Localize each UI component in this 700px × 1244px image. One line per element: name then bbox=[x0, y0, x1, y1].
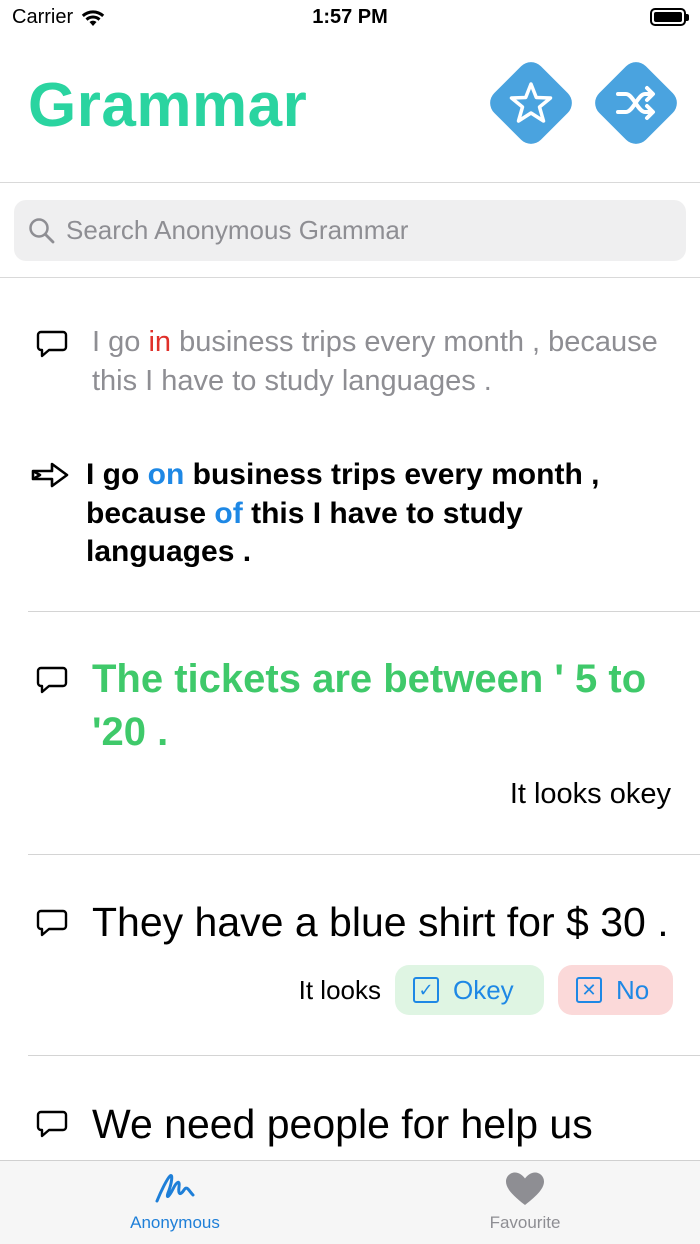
error-word: in bbox=[148, 326, 172, 358]
heart-icon bbox=[506, 1172, 544, 1205]
sentence-text: We need people for help us bbox=[92, 1101, 593, 1147]
speech-bubble-icon bbox=[36, 1110, 68, 1138]
favourites-button[interactable] bbox=[484, 56, 578, 150]
tab-anonymous[interactable]: Anonymous bbox=[95, 1171, 255, 1233]
checkbox-x-icon: ✕ bbox=[576, 977, 602, 1003]
sentence-text: They have a blue shirt for $ 30 . bbox=[92, 899, 669, 945]
status-note: It looks okey bbox=[509, 778, 671, 810]
search-input[interactable] bbox=[66, 215, 666, 246]
looks-label: It looks bbox=[298, 974, 381, 1005]
search-bar[interactable] bbox=[14, 200, 686, 261]
speech-bubble-icon bbox=[36, 330, 68, 358]
speech-bubble-icon bbox=[36, 909, 68, 937]
checkbox-check-icon: ✓ bbox=[413, 977, 439, 1003]
shuffle-icon bbox=[616, 86, 655, 120]
fix-word: on bbox=[147, 458, 185, 491]
scribble-icon bbox=[155, 1173, 195, 1203]
forward-arrow-icon bbox=[31, 462, 69, 488]
list-item[interactable]: We need people for help us bbox=[0, 1056, 700, 1160]
original-text: I go bbox=[92, 326, 149, 358]
battery-icon bbox=[650, 8, 689, 26]
fix-word: of bbox=[214, 496, 243, 530]
tab-label: Anonymous bbox=[130, 1213, 220, 1232]
corrected-sentence: I go on business trips every month , bec… bbox=[86, 456, 676, 572]
tab-favourite[interactable]: Favourite bbox=[445, 1171, 605, 1233]
vote-row: It looks ✓ Okey ✕ No bbox=[299, 965, 673, 1015]
tab-label: Favourite bbox=[489, 1213, 561, 1232]
no-label: No bbox=[616, 974, 650, 1005]
okey-button[interactable]: ✓ Okey bbox=[395, 965, 544, 1015]
okey-label: Okey bbox=[453, 974, 514, 1005]
list-item[interactable]: I go in business trips every month , bec… bbox=[0, 278, 700, 612]
clock: 1:57 PM bbox=[312, 6, 388, 28]
search-icon bbox=[29, 217, 55, 243]
tab-bar: Anonymous Favourite bbox=[0, 1160, 700, 1244]
corrected-text: I go bbox=[86, 458, 148, 491]
header: Grammar bbox=[0, 40, 700, 182]
original-sentence: I go in business trips every month , bec… bbox=[92, 323, 672, 400]
no-button[interactable]: ✕ No bbox=[558, 965, 673, 1015]
shuffle-button[interactable] bbox=[589, 56, 683, 150]
list-item[interactable]: The tickets are between ' 5 to '20 . It … bbox=[0, 612, 700, 855]
speech-bubble-icon bbox=[36, 666, 68, 694]
header-divider bbox=[0, 182, 700, 183]
status-bar: Carrier 1:57 PM bbox=[0, 0, 700, 40]
approved-sentence: The tickets are between ' 5 to '20 . bbox=[92, 657, 647, 754]
star-icon bbox=[509, 82, 553, 123]
original-text: business trips every month , because thi… bbox=[92, 326, 658, 397]
page-title: Grammar bbox=[28, 71, 308, 140]
list-item[interactable]: They have a blue shirt for $ 30 . It loo… bbox=[0, 855, 700, 1056]
